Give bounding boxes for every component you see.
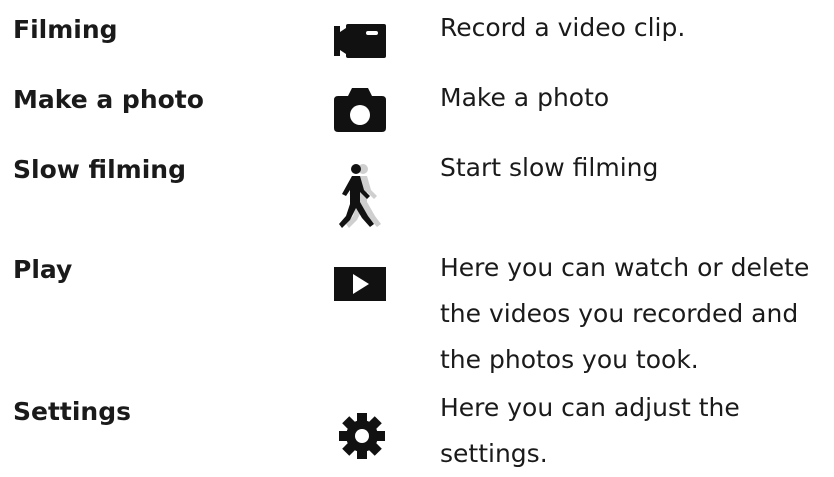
desc-slow-filming: Start slow filming [440, 145, 834, 191]
desc-play: Here you can watch or delete the videos … [440, 245, 834, 383]
gear-icon [338, 412, 386, 460]
desc-line: Here you can adjust the [440, 393, 740, 422]
label-play: Play [13, 255, 73, 284]
desc-line: the videos you recorded and [440, 299, 799, 328]
desc-make-a-photo: Make a photo [440, 75, 834, 121]
manual-page: { "rows": [ { "label": "Filming", "icon"… [0, 0, 834, 475]
play-icon [334, 267, 386, 301]
desc-line: Here you can watch or delete [440, 253, 810, 282]
camera-icon [334, 88, 386, 132]
label-slow-filming: Slow filming [13, 155, 186, 184]
label-settings: Settings [13, 397, 132, 426]
desc-line: the photos you took. [440, 345, 699, 374]
desc-line: settings. [440, 439, 548, 468]
desc-line: Make a photo [440, 83, 610, 112]
video-camera-icon [334, 24, 386, 58]
label-make-a-photo: Make a photo [13, 85, 204, 114]
desc-filming: Record a video clip. [440, 5, 834, 51]
walking-person-icon [334, 164, 386, 230]
desc-settings: Here you can adjust the settings. [440, 385, 834, 477]
label-filming: Filming [13, 15, 118, 44]
desc-line: Record a video clip. [440, 13, 686, 42]
desc-line: Start slow filming [440, 153, 659, 182]
